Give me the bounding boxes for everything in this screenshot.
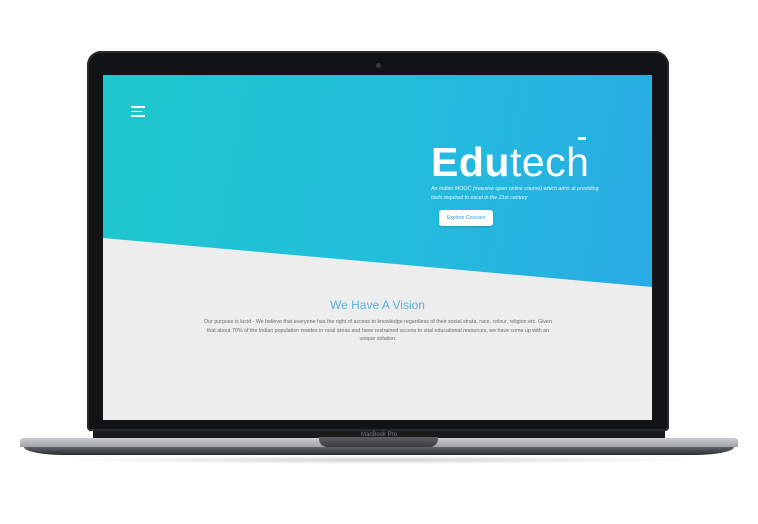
explore-courses-button[interactable]: Explore Courses [439, 210, 493, 226]
laptop-base-bottom [24, 447, 734, 455]
laptop-shadow [60, 456, 700, 464]
vision-paragraph: Our purpose is lucid - We believe that e… [204, 319, 552, 342]
vision-heading: We Have A Vision [330, 298, 425, 312]
hero-section [103, 75, 652, 287]
hero-tagline: An Indian MOOC (massive open online cour… [431, 186, 599, 201]
camera-icon [376, 63, 381, 68]
laptop-model-label: MacBook Pro [360, 432, 397, 438]
brand-logo[interactable]: Edutech [431, 138, 589, 186]
brand-logo-part2: tech [509, 139, 590, 185]
brand-logo-part1: Edu [431, 139, 510, 185]
laptop-screen: Edutech An Indian MOOC (massive open onl… [103, 75, 652, 420]
hamburger-menu-icon[interactable] [131, 106, 145, 117]
brand-mark-icon [578, 137, 586, 140]
